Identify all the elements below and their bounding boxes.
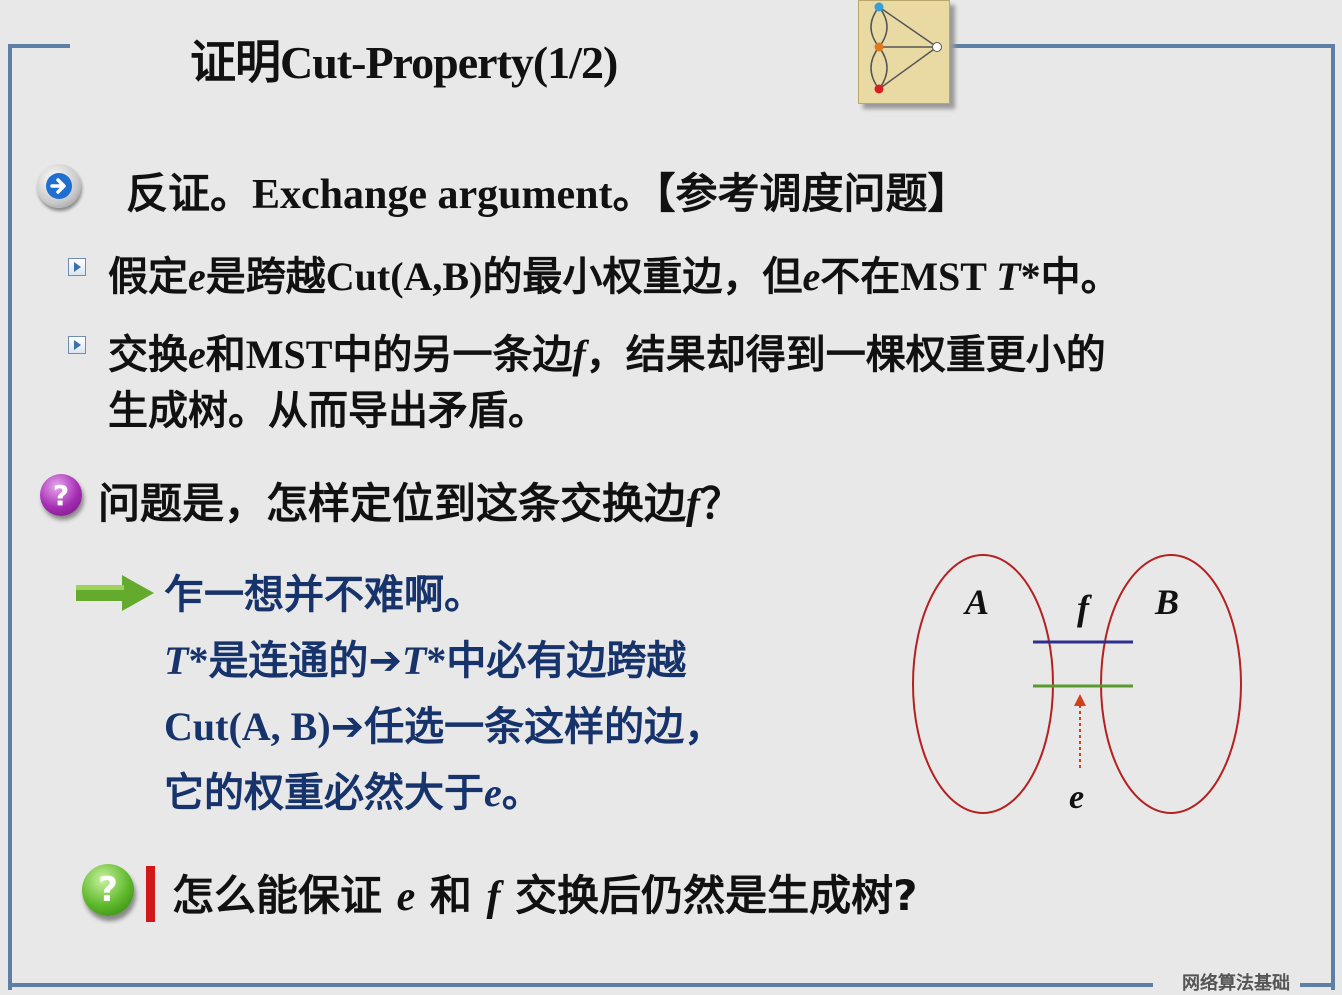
question-green-icon: ? [82, 864, 134, 916]
answer-line-2: T*是连通的➔T*中必有边跨越 [164, 628, 686, 686]
sub2-b: 和 [205, 332, 246, 378]
label-f: f [1077, 588, 1092, 628]
main-bullet-post: 。【参考调度问题】 [612, 169, 970, 218]
sub1-c: 的最小权重边，但 [482, 254, 803, 300]
ans-arrow1: ➔ [368, 638, 402, 684]
title-cn: 证明 [190, 35, 281, 89]
answer-line-4: 它的权重必然大于e。 [164, 760, 542, 818]
sub1-mst: MST [900, 254, 997, 299]
ans-star1: * [188, 638, 209, 683]
frame-right [1331, 44, 1335, 990]
ans-l2a: 是连通的 [208, 638, 369, 684]
right-arrow-icon [76, 575, 156, 615]
sub2-a: 交换 [108, 332, 188, 378]
ans-t2: T [401, 638, 427, 683]
question-1: 问题是，怎样定位到这条交换边f？ [98, 470, 742, 531]
cut-diagram: A B f e [912, 554, 1242, 816]
frame-left [8, 44, 12, 990]
main-bullet-text: 反证。Exchange argument。【参考调度问题】 [126, 160, 970, 221]
footer-course-name: 网络算法基础 [1182, 973, 1290, 994]
answer-line-1: 乍一想并不难啊。 [164, 572, 484, 618]
sub1-cut: Cut(A,B) [325, 254, 483, 299]
triangle-bullet-icon [68, 258, 86, 276]
sub1-end: 中。 [1040, 254, 1121, 300]
main-bullet-en: Exchange argument [252, 172, 613, 218]
question-purple-icon: ? [40, 474, 82, 516]
sub-bullet-1: 假定e是跨越Cut(A,B)的最小权重边，但e不在MST T*中。 [108, 244, 1121, 302]
ans-e: e [484, 770, 502, 815]
sub2-c: 中的另一条边 [332, 332, 573, 378]
triangle-bullet-icon [68, 336, 86, 354]
ans-l3b: 任选一条这样的边， [364, 704, 725, 750]
label-a: A [963, 582, 989, 622]
sub1-e2: e [802, 254, 821, 299]
label-e: e [1069, 779, 1084, 816]
frame-top-right [945, 44, 1335, 48]
sub1-d: 不在 [820, 254, 901, 300]
sub-bullet-2: 交换e和MST中的另一条边f，结果却得到一棵权重更小的 [108, 322, 1106, 380]
question-2: 怎么能保证 e 和 f 交换后仍然是生成树? [172, 862, 918, 923]
ans-l4a: 它的权重必然大于 [164, 770, 484, 816]
sub2-f: f [572, 332, 586, 377]
slide-title: 证明Cut-Property(1/2) [190, 26, 618, 92]
q2-c: 交换后仍然是生成树? [500, 871, 918, 920]
ans-t1: T [164, 638, 189, 683]
frame-top-left [8, 44, 70, 48]
answer-line-3: Cut(A, B)➔任选一条这样的边， [164, 694, 724, 752]
q1-q: ？ [700, 479, 743, 528]
sub2-e: e [188, 332, 206, 377]
sub1-b: 是跨越 [205, 254, 326, 300]
sub2-d: ，结果却得到一棵权重更小的 [585, 332, 1106, 378]
ans-cut: Cut(A, B) [164, 704, 331, 749]
q2-f: f [486, 874, 501, 920]
title-en: Cut-Property(1/2) [280, 37, 618, 88]
sub1-star: * [1020, 254, 1041, 299]
frame-bottom-right [1300, 983, 1335, 987]
ans-l2b: 中必有边跨越 [446, 638, 687, 684]
q2-e: e [396, 874, 416, 920]
q1-f: f [686, 482, 701, 528]
sub2-mst: MST [245, 332, 333, 377]
label-b: B [1154, 582, 1179, 622]
graph-logo-icon [858, 0, 950, 104]
ans-l4b: 。 [501, 770, 542, 816]
main-bullet-pre: 反证。 [126, 169, 253, 218]
sub-bullet-2-line2: 生成树。从而导出矛盾。 [108, 388, 548, 434]
sub1-t: T [996, 254, 1021, 299]
q2-a: 怎么能保证 [172, 871, 397, 920]
frame-bottom [8, 983, 1153, 987]
sub1-e1: e [188, 254, 206, 299]
ans-arrow2: ➔ [330, 704, 365, 750]
next-arrow-icon [37, 164, 81, 208]
sub1-a: 假定 [108, 254, 188, 300]
q2-b: 和 [415, 871, 487, 920]
q1-text: 问题是，怎样定位到这条交换边 [98, 479, 687, 528]
ans-star2: * [426, 638, 447, 683]
red-bar [146, 866, 155, 922]
